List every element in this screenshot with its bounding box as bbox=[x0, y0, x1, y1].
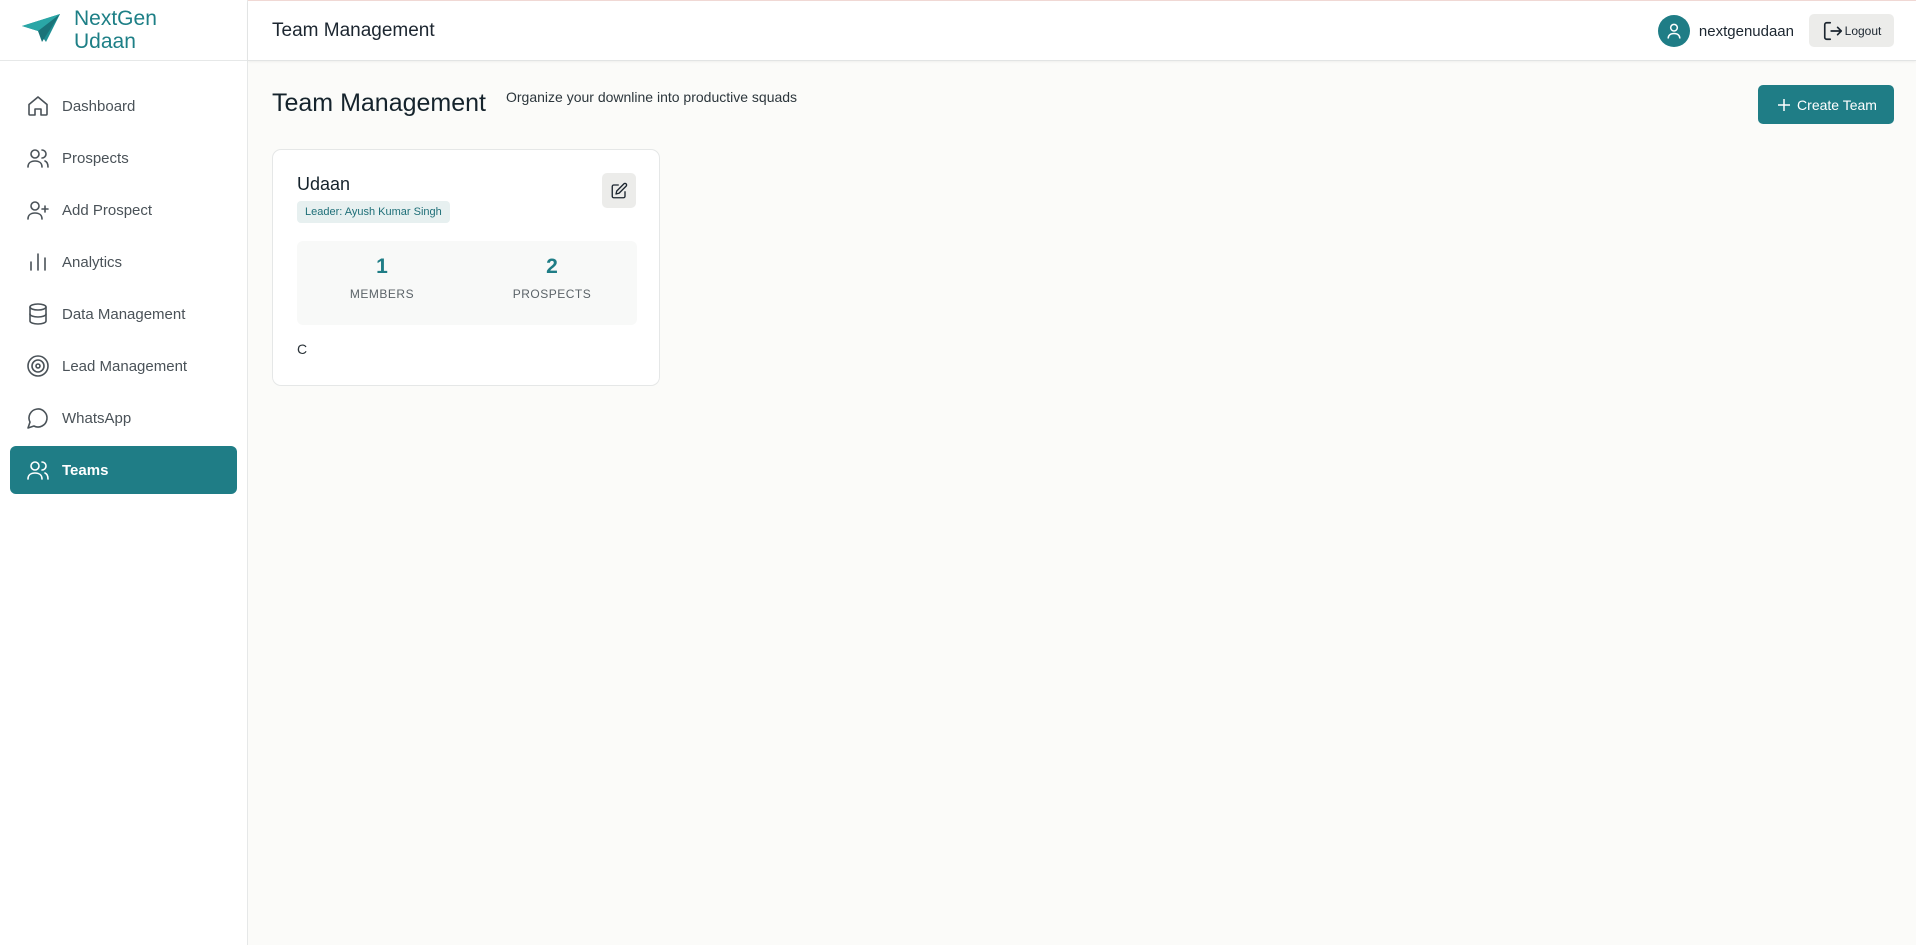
sidebar-item-label: Teams bbox=[62, 461, 109, 479]
user-icon bbox=[1667, 23, 1681, 39]
chat-bubble-icon bbox=[26, 406, 50, 430]
sidebar-item-prospects[interactable]: Prospects bbox=[10, 134, 237, 182]
leader-badge: Leader: Ayush Kumar Singh bbox=[297, 201, 450, 223]
logout-icon bbox=[1822, 20, 1845, 42]
prospects-count: 2 bbox=[546, 255, 558, 278]
sidebar-item-teams[interactable]: Teams bbox=[10, 446, 237, 494]
page-title: Team Management bbox=[272, 89, 487, 117]
members-count: 1 bbox=[376, 255, 388, 278]
team-description: C bbox=[297, 341, 308, 357]
users-icon bbox=[26, 458, 50, 482]
create-team-button[interactable]: Create Team bbox=[1758, 85, 1894, 124]
members-caption: MEMBERS bbox=[349, 287, 415, 301]
brand[interactable]: NextGen Udaan bbox=[0, 0, 247, 61]
sidebar-item-analytics[interactable]: Analytics bbox=[10, 238, 237, 286]
sidebar-item-label: Dashboard bbox=[62, 97, 136, 115]
prospects-caption: PROSPECTS bbox=[512, 287, 592, 301]
sidebar-item-label: WhatsApp bbox=[62, 409, 132, 427]
sidebar-item-label: Prospects bbox=[62, 149, 129, 167]
sidebar-item-label: Analytics bbox=[62, 253, 123, 271]
plus-icon bbox=[1775, 96, 1797, 114]
users-icon bbox=[26, 146, 50, 170]
members-stat: 1 MEMBERS bbox=[297, 255, 467, 301]
top-header: Team Management nextgenudaan Logout bbox=[248, 1, 1916, 61]
sidebar-nav: Dashboard Prospects Add Prospect Analyti… bbox=[0, 61, 247, 494]
home-icon bbox=[26, 94, 50, 118]
header-title: Team Management bbox=[272, 20, 435, 41]
bar-chart-icon bbox=[26, 250, 50, 274]
sidebar-item-label: Lead Management bbox=[62, 357, 188, 375]
edit-icon bbox=[610, 182, 628, 200]
user-menu[interactable]: nextgenudaan bbox=[1657, 15, 1794, 47]
edit-team-button[interactable] bbox=[602, 173, 636, 208]
prospects-stat: 2 PROSPECTS bbox=[467, 255, 637, 301]
avatar bbox=[1657, 15, 1690, 47]
database-icon bbox=[26, 302, 50, 326]
sidebar-item-label: Add Prospect bbox=[62, 201, 153, 219]
team-name: Udaan bbox=[297, 174, 351, 194]
team-card[interactable]: Udaan Leader: Ayush Kumar Singh 1 MEMBER… bbox=[272, 149, 660, 386]
sidebar-item-lead-management[interactable]: Lead Management bbox=[10, 342, 237, 390]
logout-button[interactable]: Logout bbox=[1809, 14, 1894, 47]
username: nextgenudaan bbox=[1698, 22, 1794, 40]
team-stats: 1 MEMBERS 2 PROSPECTS bbox=[297, 241, 637, 325]
target-icon bbox=[26, 354, 50, 378]
create-team-label: Create Team bbox=[1797, 96, 1877, 113]
sidebar-item-label: Data Management bbox=[62, 305, 186, 323]
sidebar-item-add-prospect[interactable]: Add Prospect bbox=[10, 186, 237, 234]
user-plus-icon bbox=[26, 198, 50, 222]
sidebar-item-data-management[interactable]: Data Management bbox=[10, 290, 237, 338]
sidebar-item-whatsapp[interactable]: WhatsApp bbox=[10, 394, 237, 442]
paper-plane-logo-icon bbox=[20, 12, 62, 49]
sidebar-item-dashboard[interactable]: Dashboard bbox=[10, 82, 237, 130]
brand-name: NextGen Udaan bbox=[74, 7, 157, 53]
sidebar: NextGen Udaan Dashboard Prospects Add Pr… bbox=[0, 0, 248, 945]
page-subtitle: Organize your downline into productive s… bbox=[506, 89, 798, 105]
logout-label: Logout bbox=[1844, 23, 1882, 38]
